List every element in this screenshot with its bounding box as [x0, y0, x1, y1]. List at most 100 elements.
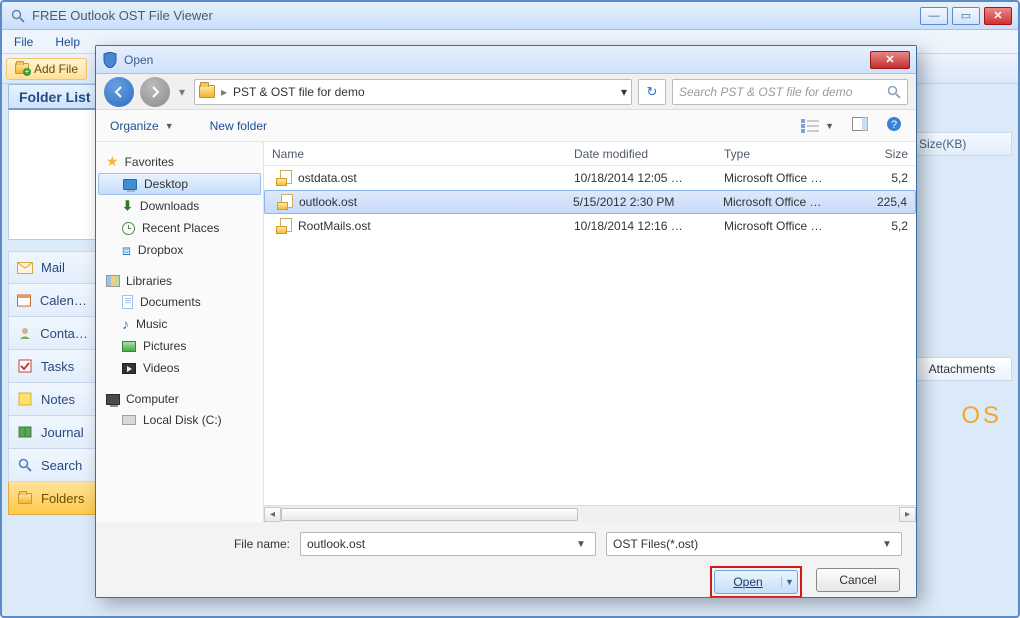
path-bar[interactable]: ▸ PST & OST file for demo ▾ — [194, 79, 632, 105]
favorites-group-label[interactable]: ★ Favorites — [98, 150, 261, 173]
chevron-down-icon: ▼ — [825, 121, 834, 131]
star-icon: ★ — [106, 153, 119, 170]
sidebar-item-notes[interactable]: Notes — [8, 383, 98, 416]
sidebar-item-mail[interactable]: Mail — [8, 251, 98, 284]
sidebar-item-search[interactable]: Search — [8, 449, 98, 482]
nav-item-desktop[interactable]: Desktop — [98, 173, 261, 195]
file-row[interactable]: outlook.ost 5/15/2012 2:30 PM Microsoft … — [264, 190, 916, 214]
maximize-button[interactable]: ▭ — [952, 7, 980, 25]
file-row[interactable]: RootMails.ost 10/18/2014 12:16 … Microso… — [264, 214, 916, 238]
file-list-header: Name Date modified Type Size — [264, 142, 916, 166]
dialog-title: Open — [124, 53, 870, 67]
ost-file-icon — [277, 194, 293, 210]
file-name-input[interactable]: outlook.ost ▼ — [300, 532, 596, 556]
open-split-dropdown[interactable]: ▼ — [781, 577, 797, 587]
horizontal-scrollbar[interactable]: ◂ ▸ — [264, 505, 916, 522]
folder-plus-icon: + — [15, 63, 29, 74]
dialog-body: ★ Favorites Desktop ⬇ Downloads Recent P… — [96, 142, 916, 522]
sidebar-item-label: Calendar — [40, 293, 89, 308]
nav-pane: ★ Favorites Desktop ⬇ Downloads Recent P… — [96, 142, 264, 522]
cancel-button[interactable]: Cancel — [816, 568, 900, 592]
clock-icon — [122, 222, 135, 235]
path-dropdown[interactable]: ▾ — [621, 85, 627, 99]
add-file-button[interactable]: + Add File — [6, 58, 87, 80]
nav-item-local-disk[interactable]: Local Disk (C:) — [98, 409, 261, 431]
sidebar-item-contacts[interactable]: Contacts — [8, 317, 98, 350]
view-list-icon — [801, 119, 819, 133]
file-row[interactable]: ostdata.ost 10/18/2014 12:05 … Microsoft… — [264, 166, 916, 190]
nav-item-documents[interactable]: Documents — [98, 291, 261, 313]
col-name[interactable]: Name — [264, 147, 566, 161]
preview-pane-button[interactable] — [852, 117, 868, 134]
nav-item-videos[interactable]: Videos — [98, 357, 261, 379]
nav-history-dropdown[interactable]: ▾ — [176, 80, 188, 104]
sidebar-item-calendar[interactable]: Calendar — [8, 284, 98, 317]
scroll-track[interactable] — [281, 507, 899, 522]
nav-group-computer: Computer Local Disk (C:) — [98, 389, 261, 431]
chevron-down-icon[interactable]: ▼ — [573, 539, 589, 550]
dialog-footer: File name: outlook.ost ▼ OST Files(*.ost… — [96, 522, 916, 598]
col-date[interactable]: Date modified — [566, 147, 716, 161]
help-icon: ? — [886, 116, 902, 132]
sidebar-item-tasks[interactable]: Tasks — [8, 350, 98, 383]
scroll-left-button[interactable]: ◂ — [264, 507, 281, 522]
nav-group-libraries: Libraries Documents ♪ Music Pictures Vid… — [98, 271, 261, 379]
dialog-search-input[interactable]: Search PST & OST file for demo — [672, 79, 908, 105]
computer-icon — [106, 394, 120, 405]
folder-list-body — [8, 110, 98, 240]
file-type-filter[interactable]: OST Files(*.ost) ▼ — [606, 532, 902, 556]
refresh-button[interactable]: ↻ — [638, 79, 666, 105]
menu-file[interactable]: File — [14, 35, 33, 49]
computer-group-label[interactable]: Computer — [98, 389, 261, 409]
contacts-icon — [17, 325, 32, 341]
nav-item-dropbox[interactable]: ⧈ Dropbox — [98, 239, 261, 261]
journal-icon — [17, 424, 33, 440]
shield-icon — [102, 52, 118, 68]
attachments-tab[interactable]: Attachments — [912, 357, 1012, 381]
tasks-icon — [17, 358, 33, 374]
minimize-button[interactable]: — — [920, 7, 948, 25]
sidebar-item-journal[interactable]: Journal — [8, 416, 98, 449]
nav-item-pictures[interactable]: Pictures — [98, 335, 261, 357]
help-button[interactable]: ? — [886, 116, 902, 135]
scroll-right-button[interactable]: ▸ — [899, 507, 916, 522]
close-button[interactable]: ✕ — [984, 7, 1012, 25]
organize-menu[interactable]: Organize ▼ — [110, 119, 174, 133]
refresh-icon: ↻ — [647, 84, 658, 100]
nav-forward-button[interactable] — [140, 77, 170, 107]
col-size[interactable]: Size — [856, 147, 916, 161]
ost-file-icon — [276, 218, 292, 234]
sidebar-item-label: Mail — [41, 260, 65, 275]
dialog-nav-row: ▾ ▸ PST & OST file for demo ▾ ↻ Search P… — [96, 74, 916, 110]
folder-icon — [199, 85, 215, 98]
file-list: Name Date modified Type Size ostdata.ost… — [264, 142, 916, 522]
open-dialog: Open ✕ ▾ ▸ PST & OST file for demo ▾ ↻ S… — [95, 45, 917, 598]
dialog-titlebar: Open ✕ — [96, 46, 916, 74]
menu-help[interactable]: Help — [55, 35, 80, 49]
sidebar-item-label: Journal — [41, 425, 84, 440]
sidebar-item-folders[interactable]: Folders — [8, 482, 98, 515]
nav-item-music[interactable]: ♪ Music — [98, 313, 261, 335]
magnifier-icon — [10, 8, 26, 24]
col-type[interactable]: Type — [716, 147, 856, 161]
sidebar-item-label: Search — [41, 458, 82, 473]
open-button[interactable]: Open ▼ — [714, 570, 798, 594]
dialog-close-button[interactable]: ✕ — [870, 51, 910, 69]
download-icon: ⬇ — [122, 198, 133, 214]
scroll-thumb[interactable] — [281, 508, 578, 521]
add-file-label: Add File — [34, 62, 78, 76]
chevron-down-icon[interactable]: ▼ — [879, 539, 895, 550]
libraries-group-label[interactable]: Libraries — [98, 271, 261, 291]
path-segment[interactable]: PST & OST file for demo — [233, 85, 365, 99]
app-title: FREE Outlook OST File Viewer — [32, 8, 920, 23]
chevron-right-icon: ▸ — [221, 85, 227, 99]
new-folder-button[interactable]: New folder — [210, 119, 267, 133]
pictures-icon — [122, 341, 136, 352]
nav-item-downloads[interactable]: ⬇ Downloads — [98, 195, 261, 217]
nav-back-button[interactable] — [104, 77, 134, 107]
view-mode-button[interactable]: ▼ — [801, 119, 834, 133]
search-icon — [887, 85, 901, 99]
ost-file-icon — [276, 170, 292, 186]
nav-item-recent-places[interactable]: Recent Places — [98, 217, 261, 239]
video-icon — [122, 363, 136, 374]
